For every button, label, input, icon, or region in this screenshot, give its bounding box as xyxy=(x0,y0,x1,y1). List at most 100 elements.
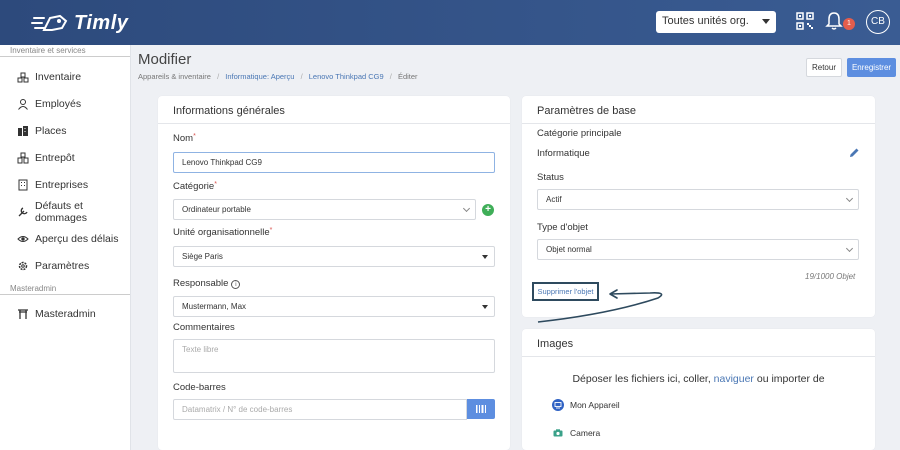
sidebar: Inventaire et services Inventaire Employ… xyxy=(0,45,131,450)
breadcrumb-separator: / xyxy=(389,72,392,81)
drop-text-suffix: ou importer de xyxy=(753,373,825,385)
status-value: Actif xyxy=(546,195,562,204)
comments-placeholder: Texte libre xyxy=(182,345,219,354)
inventory-icon xyxy=(17,71,29,83)
sidebar-item-label: Masteradmin xyxy=(35,307,96,320)
source-label: Mon Appareil xyxy=(570,400,620,410)
sidebar-item-masteradmin[interactable]: Masteradmin xyxy=(0,300,130,327)
comments-label: Commentaires xyxy=(173,322,235,333)
name-field[interactable]: Lenovo Thinkpad CG9 xyxy=(173,152,495,173)
status-select[interactable]: Actif xyxy=(537,189,859,210)
source-my-device[interactable]: Mon Appareil xyxy=(552,399,620,411)
breadcrumb-item-it-overview[interactable]: Informatique: Aperçu xyxy=(225,72,294,81)
drop-text-prefix: Déposer les fichiers ici, coller, xyxy=(572,373,714,385)
category-label: Catégorie* xyxy=(173,181,217,192)
general-info-title: Informations générales xyxy=(158,96,510,124)
building-icon xyxy=(17,125,29,137)
name-value: Lenovo Thinkpad CG9 xyxy=(182,158,262,167)
add-category-button[interactable]: + xyxy=(482,204,494,216)
responsible-select[interactable]: Mustermann, Max xyxy=(173,296,495,317)
info-icon[interactable]: i xyxy=(231,280,241,289)
browse-link[interactable]: naviguer xyxy=(714,373,754,385)
gear-icon xyxy=(17,260,29,272)
brand-name: Timly xyxy=(74,11,129,34)
caret-down-icon xyxy=(482,305,488,309)
sidebar-item-warehouse[interactable]: Entrepôt xyxy=(0,144,130,171)
source-camera[interactable]: Camera xyxy=(552,427,600,439)
org-unit-value: Siège Paris xyxy=(182,252,223,261)
person-icon xyxy=(17,98,29,110)
sidebar-section-masteradmin: Masteradmin xyxy=(0,283,130,295)
org-select-value: Toutes unités org. xyxy=(662,15,749,27)
bell-icon[interactable] xyxy=(825,11,843,31)
sidebar-item-deadlines[interactable]: Aperçu des délais xyxy=(0,225,130,252)
barcode-label: Code-barres xyxy=(173,382,226,393)
back-button[interactable]: Retour xyxy=(806,58,842,77)
org-unit-label: Unité organisationnelle* xyxy=(173,227,272,238)
required-asterisk: * xyxy=(269,227,273,234)
image-drop-zone[interactable]: Déposer les fichiers ici, coller, navigu… xyxy=(522,373,875,385)
chevron-down-icon xyxy=(462,204,471,213)
breadcrumb-separator: / xyxy=(300,72,303,81)
breadcrumb-item-object[interactable]: Lenovo Thinkpad CG9 xyxy=(309,72,384,81)
logo-mark-icon xyxy=(31,14,68,31)
sidebar-item-employees[interactable]: Employés xyxy=(0,90,130,117)
caret-down-icon xyxy=(762,19,770,24)
org-unit-label-text: Unité organisationnelle xyxy=(173,227,270,238)
barcode-scan-button[interactable] xyxy=(467,399,495,419)
sidebar-item-defects[interactable]: Défauts et dommages xyxy=(0,198,130,225)
notification-badge: 1 xyxy=(843,18,855,30)
save-button[interactable]: Enregistrer xyxy=(847,58,896,77)
category-select[interactable]: Ordinateur portable xyxy=(173,199,476,220)
responsible-value: Mustermann, Max xyxy=(182,302,247,311)
category-value: Ordinateur portable xyxy=(182,205,251,214)
pencil-icon[interactable] xyxy=(849,147,860,158)
object-type-value: Objet normal xyxy=(546,245,592,254)
breadcrumb-separator: / xyxy=(217,72,220,81)
brand-logo[interactable]: Timly xyxy=(30,10,128,36)
images-title: Images xyxy=(522,329,875,357)
org-unit-select[interactable]: Toutes unités org. xyxy=(656,11,776,33)
barcode-input[interactable]: Datamatrix / N° de code-barres xyxy=(173,399,467,420)
top-bar: Timly Toutes unités org. 1 CB xyxy=(0,0,900,45)
camera-icon xyxy=(553,429,563,437)
company-icon xyxy=(17,179,29,191)
main-category-label: Catégorie principale xyxy=(537,128,622,139)
caret-down-icon xyxy=(482,255,488,259)
responsible-label-text: Responsable xyxy=(173,278,229,289)
sidebar-item-label: Entrepôt xyxy=(35,151,75,164)
required-asterisk: * xyxy=(193,133,196,140)
chevron-down-icon xyxy=(845,194,854,203)
sidebar-item-inventory[interactable]: Inventaire xyxy=(0,63,130,90)
required-asterisk: * xyxy=(214,181,217,188)
object-type-select[interactable]: Objet normal xyxy=(537,239,859,260)
source-label: Camera xyxy=(570,428,601,438)
sidebar-item-companies[interactable]: Entreprises xyxy=(0,171,130,198)
sidebar-section-inventory: Inventaire et services xyxy=(0,45,130,57)
user-avatar[interactable]: CB xyxy=(866,10,890,34)
delete-object-link[interactable]: Supprimer l'objet xyxy=(532,282,599,301)
main-category-value: Informatique xyxy=(537,148,590,159)
barcode-scan-icon xyxy=(476,405,486,413)
responsible-label: Responsable i xyxy=(173,278,241,289)
org-unit-select-field[interactable]: Siège Paris xyxy=(173,246,495,267)
sidebar-item-label: Employés xyxy=(35,97,82,110)
sidebar-item-places[interactable]: Places xyxy=(0,117,130,144)
breadcrumb-item-edit: Éditer xyxy=(397,72,418,81)
gate-icon xyxy=(17,308,29,320)
breadcrumb: Appareils & inventaire / Informatique: A… xyxy=(138,72,418,81)
sidebar-item-label: Entreprises xyxy=(35,178,89,191)
status-label: Status xyxy=(537,172,564,183)
qr-code-icon[interactable] xyxy=(796,12,814,30)
comments-textarea[interactable]: Texte libre xyxy=(173,339,495,373)
object-type-label: Type d'objet xyxy=(537,222,588,233)
sidebar-item-label: Défauts et dommages xyxy=(35,199,87,224)
sidebar-item-label: Inventaire xyxy=(35,70,82,83)
barcode-placeholder: Datamatrix / N° de code-barres xyxy=(182,405,293,414)
breadcrumb-item-devices[interactable]: Appareils & inventaire xyxy=(138,72,211,81)
sidebar-item-settings[interactable]: Paramètres xyxy=(0,252,130,279)
name-label-text: Nom xyxy=(173,133,194,144)
object-counter: 19/1000 Objet xyxy=(805,272,856,281)
page-title: Modifier xyxy=(138,51,192,68)
eye-icon xyxy=(17,233,29,245)
